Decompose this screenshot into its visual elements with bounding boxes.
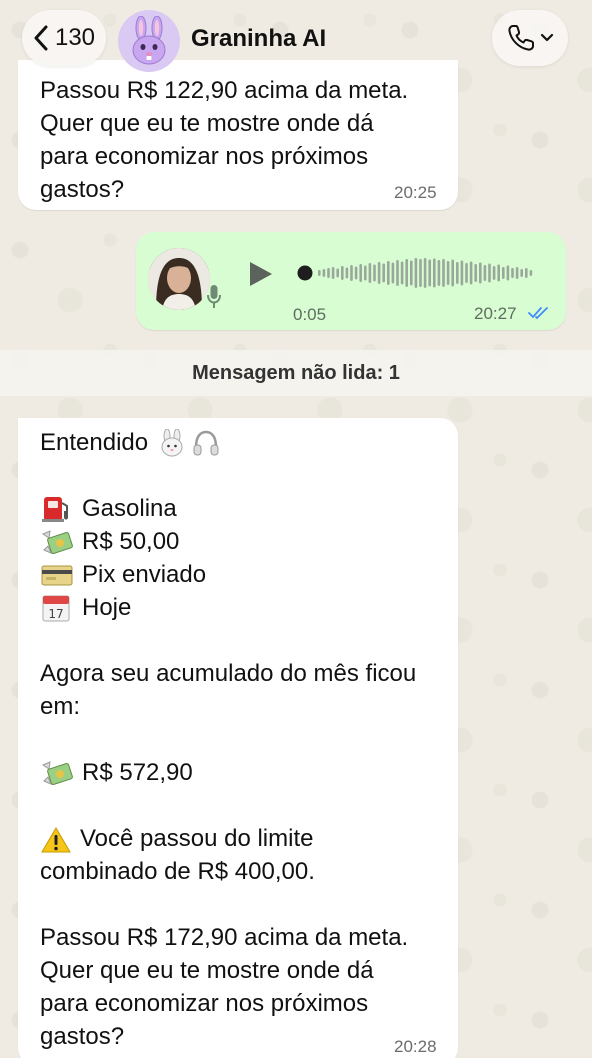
waveform-bar: [327, 268, 330, 278]
waveform-bar: [414, 258, 418, 288]
credit-card-icon: [41, 565, 73, 585]
unread-count: 130: [54, 24, 96, 51]
waveform-bar: [391, 262, 395, 284]
waveform-bar: [364, 265, 367, 281]
waveform-bar: [419, 259, 422, 287]
fuel-pump-icon: [42, 496, 68, 522]
waveform-bar: [373, 264, 376, 282]
waveform-bar: [474, 264, 477, 282]
detail-line-payment: Pix enviado: [40, 558, 206, 591]
back-button[interactable]: 130: [22, 10, 106, 66]
detail-line-date: 17 Hoje: [40, 591, 131, 624]
waveform-bar: [488, 263, 491, 283]
waveform-bar: [451, 259, 454, 287]
waveform-bar: [322, 269, 326, 277]
waveform-bar: [345, 267, 349, 279]
waveform[interactable]: [296, 256, 546, 290]
message-time: 20:27: [474, 304, 517, 323]
accumulated-value: R$ 572,90: [82, 759, 193, 786]
play-icon[interactable]: [248, 260, 274, 288]
waveform-bar: [483, 265, 487, 281]
voice-duration: 0:05: [293, 305, 327, 324]
headphone-icon: [193, 430, 219, 455]
waveform-bar: [469, 261, 473, 285]
greeting-line: Entendido: [40, 426, 220, 459]
waveform-bar: [511, 268, 514, 278]
detail-line-fuel: Gasolina: [40, 492, 177, 525]
waveform-bar: [515, 267, 519, 279]
waveform-bar: [502, 267, 505, 279]
waveform-bar: [318, 270, 321, 276]
waveform-bar: [382, 263, 385, 283]
waveform-bar: [405, 259, 408, 287]
double-check-icon: [528, 307, 548, 320]
waveform-bar: [506, 265, 510, 281]
closing-text: Passou R$ 172,90 acima da meta. Quer que…: [40, 924, 409, 1050]
calendar-icon: 17: [42, 595, 70, 621]
waveform-bar: [341, 266, 344, 280]
waveform-bar: [387, 261, 390, 285]
waveform-bar: [446, 261, 450, 285]
detail-text: R$ 50,00: [82, 528, 180, 555]
greeting-text: Entendido: [40, 429, 149, 456]
waveform-bar: [520, 269, 523, 277]
waveform-bar: [400, 261, 404, 285]
unread-messages-banner: Mensagem não lida: 1: [0, 350, 592, 396]
voice-message-bubble[interactable]: 0:05 20:27: [136, 232, 566, 330]
waveform-bar: [377, 262, 381, 284]
warning-text: Você passou do limite combinado de R$ 40…: [40, 825, 315, 885]
waveform-bar: [529, 270, 533, 276]
sender-avatar: [148, 248, 210, 310]
waveform-bar: [354, 266, 358, 280]
phone-icon: [508, 25, 534, 51]
waveform-bar: [456, 262, 459, 284]
waveform-bar: [479, 262, 482, 284]
chat-header: 130 Graninha AI: [0, 0, 592, 80]
waveform-bar: [465, 263, 468, 283]
message-time: 20:25: [394, 183, 437, 202]
waveform-bar: [359, 264, 362, 282]
svg-text:17: 17: [48, 607, 63, 621]
waveform-bar: [331, 267, 335, 279]
waveform-bar: [410, 260, 413, 286]
waveform-bar: [437, 260, 441, 286]
waveform-bar: [423, 258, 427, 288]
bunny-icon: [132, 16, 166, 65]
waveform-bar: [525, 268, 528, 278]
waveform-bar: [428, 259, 431, 287]
money-with-wings-icon: [41, 760, 73, 785]
detail-line-amount: R$ 50,00: [40, 525, 179, 558]
message-text: Passou R$ 122,90 acima da meta. Quer que…: [40, 77, 409, 203]
money-with-wings-icon: [41, 529, 73, 554]
contact-name[interactable]: Graninha AI: [191, 25, 326, 53]
detail-text: Pix enviado: [82, 561, 207, 588]
message-bubble-incoming[interactable]: Entendido Gasolina R$ 50,00 Pix enviado …: [18, 418, 458, 1058]
waveform-bar: [497, 264, 500, 282]
waveform-bar: [368, 263, 372, 283]
rabbit-face-icon: [161, 428, 183, 456]
message-time: 20:28: [394, 1037, 437, 1056]
waveform-bar: [433, 258, 436, 288]
waveform-bar: [350, 265, 353, 281]
waveform-bar: [442, 259, 445, 287]
waveform-bar: [460, 260, 464, 286]
detail-text: Hoje: [82, 594, 132, 621]
chevron-left-icon: [34, 25, 48, 51]
waveform-bar: [492, 266, 496, 280]
message-bubble-incoming[interactable]: Passou R$ 122,90 acima da meta. Quer que…: [18, 60, 458, 210]
detail-text: Gasolina: [82, 495, 177, 522]
accumulated-label: Agora seu acumulado do mês ficou em:: [40, 660, 417, 720]
contact-avatar[interactable]: [118, 10, 180, 72]
waveform-bar: [396, 260, 399, 286]
accumulated-value-line: R$ 572,90: [40, 756, 193, 789]
waveform-bar: [336, 268, 339, 278]
microphone-icon: [207, 285, 221, 308]
chevron-down-icon: [540, 33, 554, 42]
call-button[interactable]: [492, 10, 568, 66]
